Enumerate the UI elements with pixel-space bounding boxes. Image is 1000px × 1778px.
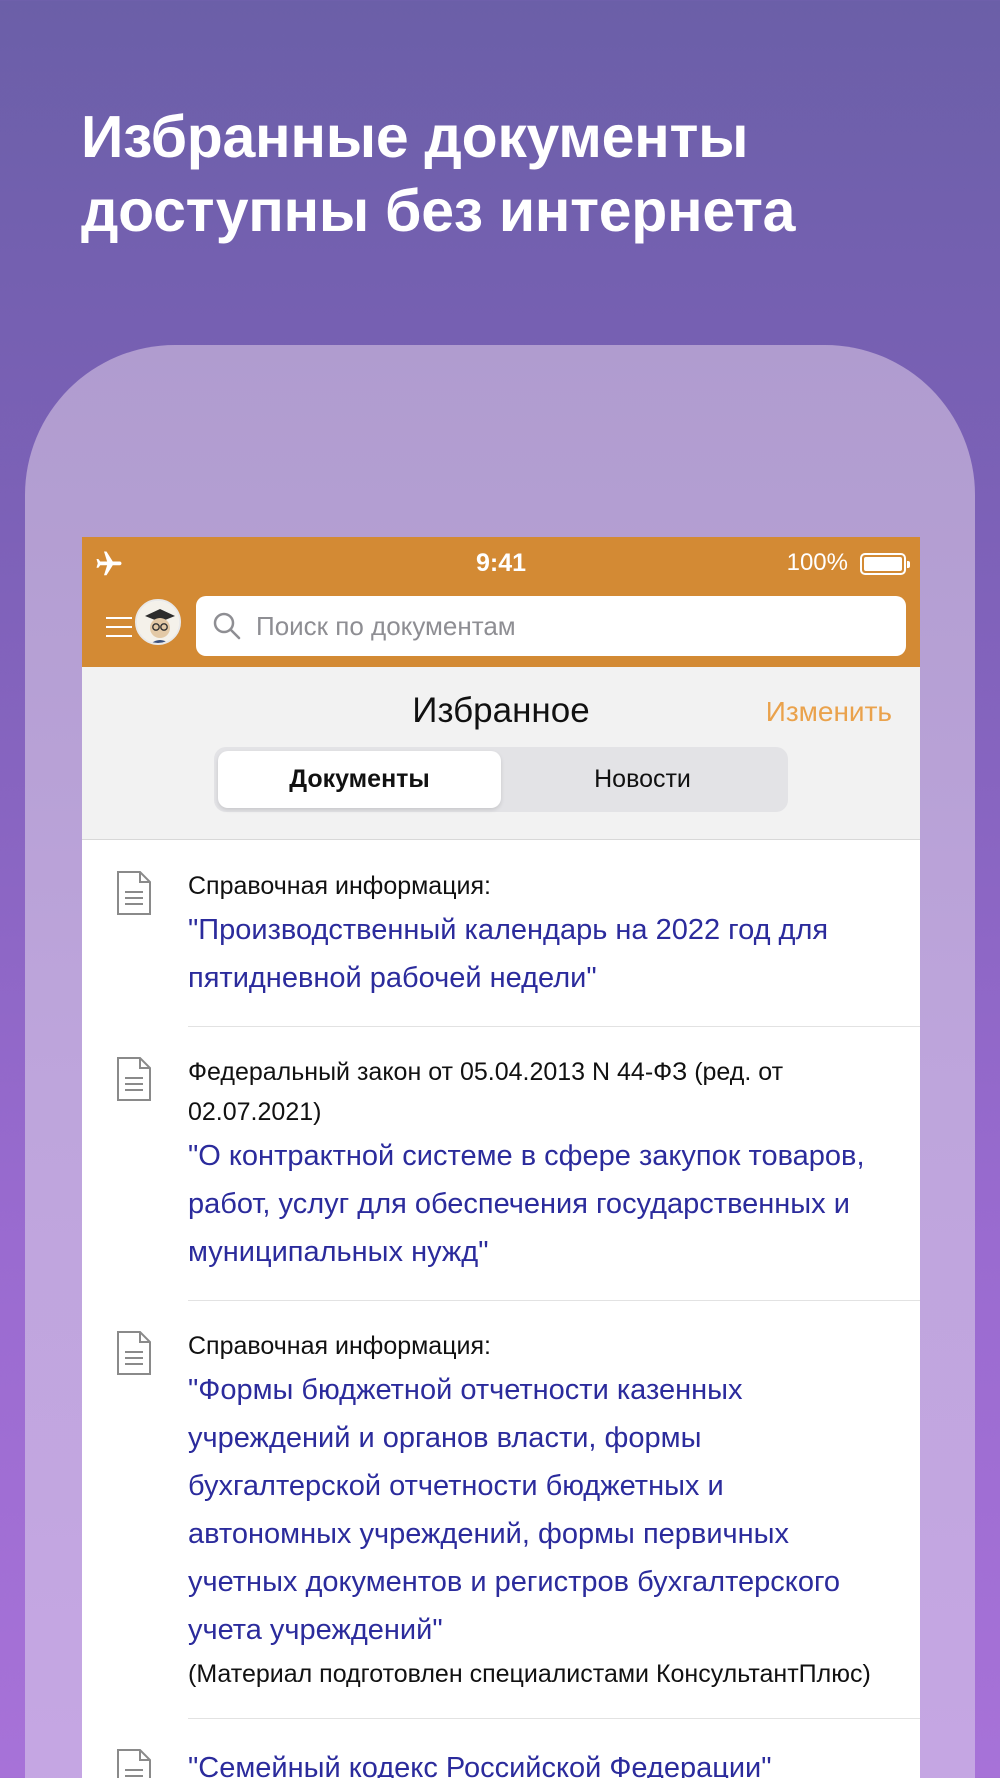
list-item[interactable]: "Семейный кодекс Российской Федерации" xyxy=(82,1718,920,1778)
document-icon xyxy=(117,1057,151,1101)
list-item[interactable]: Справочная информация: "Формы бюджетной … xyxy=(82,1300,920,1718)
document-title[interactable]: "Производственный календарь на 2022 год … xyxy=(188,906,880,1002)
app-screen: 9:41 100% Поиск по документам Избранное … xyxy=(82,537,920,1778)
document-note: (Материал подготовлен специалистами Конс… xyxy=(188,1660,871,1688)
list-item[interactable]: Федеральный закон от 05.04.2013 N 44-ФЗ … xyxy=(82,1026,920,1300)
search-input[interactable]: Поиск по документам xyxy=(196,596,906,656)
document-subtitle: Справочная информация: xyxy=(188,872,491,900)
tab-news[interactable]: Новости xyxy=(501,751,784,808)
document-title[interactable]: "Формы бюджетной отчетности казенных учр… xyxy=(188,1366,880,1654)
document-title[interactable]: "Семейный кодекс Российской Федерации" xyxy=(188,1744,880,1778)
search-placeholder: Поиск по документам xyxy=(256,610,516,641)
promo-headline: Избранные документы доступны без интерне… xyxy=(81,100,961,248)
avatar-icon xyxy=(137,601,179,643)
document-subtitle: Федеральный закон от 05.04.2013 N 44-ФЗ … xyxy=(188,1058,784,1126)
avatar[interactable] xyxy=(135,599,181,645)
favorites-header: Избранное Изменить Документы Новости xyxy=(82,667,920,840)
document-icon xyxy=(117,1749,151,1778)
search-icon xyxy=(213,612,241,640)
segmented-control: Документы Новости xyxy=(214,747,788,812)
document-icon xyxy=(117,1331,151,1375)
search-row: Поиск по документам xyxy=(82,593,920,667)
status-bar: 9:41 100% xyxy=(82,537,920,593)
edit-button[interactable]: Изменить xyxy=(766,696,892,728)
tab-documents[interactable]: Документы xyxy=(218,751,501,808)
document-subtitle: Справочная информация: xyxy=(188,1332,491,1360)
battery-percent: 100% xyxy=(786,549,848,576)
document-title[interactable]: "О контрактной системе в сфере закупок т… xyxy=(188,1132,880,1276)
list-item[interactable]: Справочная информация: "Производственный… xyxy=(82,840,920,1026)
document-icon xyxy=(117,871,151,915)
menu-icon[interactable] xyxy=(106,617,132,639)
top-bar: 9:41 100% Поиск по документам xyxy=(82,537,920,667)
promo-headline-line1: Избранные документы xyxy=(81,104,749,170)
promo-headline-line2: доступны без интернета xyxy=(81,178,796,244)
document-list: Справочная информация: "Производственный… xyxy=(82,840,920,1778)
battery-icon xyxy=(860,553,910,575)
battery-fill xyxy=(864,557,902,571)
